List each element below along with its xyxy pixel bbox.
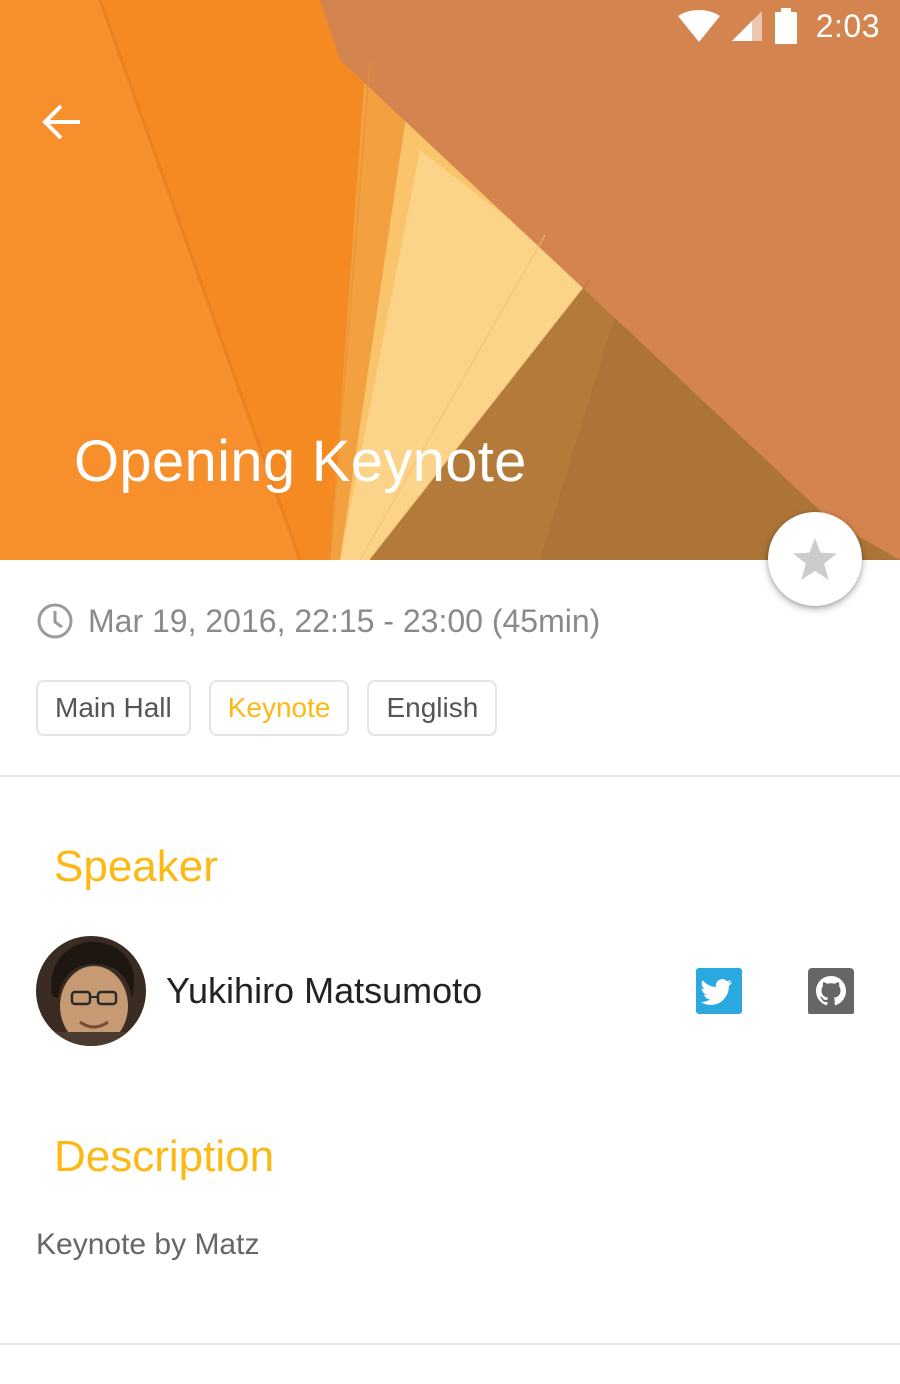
twitter-icon bbox=[696, 968, 742, 1014]
arrow-left-icon bbox=[42, 104, 80, 140]
tag-room: Main Hall bbox=[36, 680, 191, 736]
status-time: 2:03 bbox=[815, 7, 880, 44]
cell-signal-icon bbox=[731, 11, 762, 41]
speaker-photo bbox=[36, 936, 146, 1046]
tag-language: English bbox=[367, 680, 498, 736]
session-header: 2:03 Opening Keynote bbox=[0, 0, 900, 560]
session-title: Opening Keynote bbox=[74, 429, 527, 494]
session-time-row: Mar 19, 2016, 22:15 - 23:00 (45min) bbox=[36, 596, 600, 646]
twitter-link[interactable] bbox=[696, 968, 744, 1016]
description-heading: Description bbox=[54, 1132, 275, 1181]
star-icon bbox=[793, 538, 837, 580]
back-button[interactable] bbox=[28, 88, 96, 156]
tag-category: Keynote bbox=[208, 680, 350, 736]
wifi-icon bbox=[677, 10, 720, 42]
session-tags: Main Hall Keynote English bbox=[36, 680, 498, 736]
session-detail-screen: 2:03 Opening Keynote Mar 19, 2016, 22:15… bbox=[0, 0, 900, 1384]
avatar[interactable] bbox=[36, 936, 146, 1046]
favorite-button[interactable] bbox=[768, 512, 862, 606]
divider bbox=[0, 775, 900, 777]
battery-icon bbox=[774, 8, 797, 44]
divider bbox=[0, 1343, 900, 1345]
status-icons: 2:03 bbox=[677, 6, 880, 46]
github-icon bbox=[808, 968, 854, 1014]
github-link[interactable] bbox=[808, 968, 856, 1016]
speaker-name: Yukihiro Matsumoto bbox=[166, 970, 483, 1011]
speaker-row[interactable]: Yukihiro Matsumoto bbox=[36, 936, 864, 1046]
session-time: Mar 19, 2016, 22:15 - 23:00 (45min) bbox=[88, 602, 601, 639]
speaker-heading: Speaker bbox=[54, 842, 218, 891]
clock-icon bbox=[37, 603, 73, 639]
description-text: Keynote by Matz bbox=[36, 1228, 260, 1261]
status-bar: 2:03 bbox=[0, 0, 900, 52]
